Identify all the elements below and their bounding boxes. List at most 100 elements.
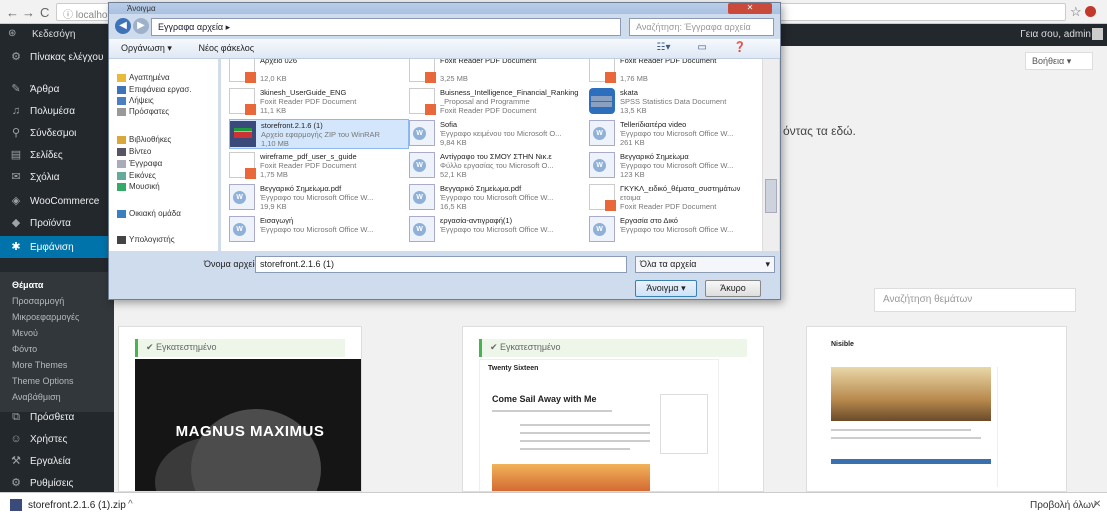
file-item[interactable]: W Sofia Έγγραφο κειμένου του Microsoft O..…: [409, 119, 589, 149]
sidebar-item-appearance[interactable]: ✱ Εμφάνιση: [0, 236, 114, 258]
tree-item[interactable]: Υπολογιστής: [117, 235, 175, 244]
file-item[interactable]: W Βεγγαρικό Σημείωμα Έγγραφο του Microsoft…: [589, 151, 762, 181]
sidebar-item-link[interactable]: ⚲ Σύνδεσμοι: [0, 122, 114, 144]
tree-item[interactable]: Εικόνες: [117, 171, 156, 180]
submenu-item[interactable]: Θέματα: [0, 280, 114, 290]
sidebar-item-label: Πολυμέσα: [30, 106, 75, 117]
filename-input[interactable]: storefront.2.1.6 (1): [255, 256, 627, 273]
open-button[interactable]: Άνοιγμα ▾: [635, 280, 697, 297]
submenu-item[interactable]: Μικροεφαρμογές: [0, 312, 114, 322]
dialog-close-button[interactable]: ✕: [728, 3, 772, 14]
submenu-item[interactable]: Αναβάθμιση: [0, 392, 114, 402]
forward-arrow-icon[interactable]: →: [22, 5, 35, 20]
word-doc-icon: W: [229, 184, 255, 210]
comment-icon: ✉: [11, 171, 21, 183]
submenu-item[interactable]: More Themes: [0, 360, 114, 370]
file-item[interactable]: Αρχείο 026 12,0 KB: [229, 59, 409, 85]
submenu-item[interactable]: Προσαρμογή: [0, 296, 114, 306]
extension-icon[interactable]: [1085, 6, 1096, 17]
theme-screenshot[interactable]: Nisible: [827, 335, 1047, 491]
theme-card-twentysixteen[interactable]: ✔ Εγκατεστημένο Twenty Sixteen Come Sail…: [462, 326, 764, 492]
theme-search-input[interactable]: Αναζήτηση θεμάτων: [874, 288, 1076, 312]
sidebar-item-tools[interactable]: ⚒ Εργαλεία: [0, 450, 114, 472]
theme-card-nisible[interactable]: Nisible: [806, 326, 1067, 492]
avatar[interactable]: [1092, 28, 1103, 40]
sidebar-item-settings[interactable]: ⚙ Ρυθμίσεις: [0, 472, 114, 494]
file-item[interactable]: W Εισαγωγή Έγγραφο του Microsoft Office W.…: [229, 215, 409, 245]
spss-file-icon: [589, 88, 615, 114]
scrollbar-thumb[interactable]: [765, 179, 777, 213]
tree-item[interactable]: Οικιακή ομάδα: [117, 209, 181, 218]
file-item[interactable]: Foxit Reader PDF Document 1,76 MB: [589, 59, 762, 85]
file-item[interactable]: storefront.2.1.6 (1) Αρχείο εφαρμογής ZIP…: [229, 119, 409, 149]
sidebar-item-comment[interactable]: ✉ Σχόλια: [0, 166, 114, 188]
tree-item[interactable]: Βίντεο: [117, 147, 151, 156]
sidebar-item-users[interactable]: ☺ Χρήστες: [0, 428, 114, 450]
sidebar-item-dashboard[interactable]: ⚙ Πίνακας ελέγχου: [0, 46, 114, 68]
file-type: Έγγραφο του Microsoft Office W...: [260, 193, 374, 202]
submenu-item[interactable]: Theme Options: [0, 376, 114, 386]
tree-item[interactable]: Λήψεις: [117, 96, 154, 105]
show-all-downloads[interactable]: Προβολή όλων: [1030, 500, 1096, 511]
tree-item[interactable]: Πρόσφατες: [117, 107, 169, 116]
file-type: Foxit Reader PDF Document: [260, 97, 357, 106]
chevron-up-icon[interactable]: ^: [128, 499, 133, 510]
cancel-button[interactable]: Άκυρο: [705, 280, 761, 297]
file-item[interactable]: W Αντίγραφο του ΣΜΟΥ ΣΤΗΝ Νικ.ε Φύλλο εργα…: [409, 151, 589, 181]
help-button[interactable]: Βοήθεια ▾: [1025, 52, 1093, 70]
download-icon: [117, 96, 126, 105]
dialog-search-input[interactable]: Αναζήτηση: Έγγραφα αρχεία: [629, 18, 774, 36]
sidebar-item-page[interactable]: ▤ Σελίδες: [0, 144, 114, 166]
theme-screenshot[interactable]: MAGNUS MAXIMUS: [135, 359, 361, 491]
file-size: Foxit Reader PDF Document: [440, 106, 537, 115]
tree-item-label: Βίντεο: [129, 147, 152, 156]
file-item[interactable]: 3kinesh_UserGuide_ENG Foxit Reader PDF Do…: [229, 87, 409, 117]
reload-icon[interactable]: C: [40, 5, 49, 20]
theme-card-magnus[interactable]: ✔ Εγκατεστημένο MAGNUS MAXIMUS: [118, 326, 362, 492]
filetype-select[interactable]: Όλα τα αρχεία ▾: [635, 256, 775, 273]
download-filename[interactable]: storefront.2.1.6 (1).zip: [28, 500, 126, 511]
tree-item[interactable]: Μουσική: [117, 182, 160, 191]
submenu-item[interactable]: Φόντο: [0, 344, 114, 354]
file-item[interactable]: wireframe_pdf_user_s_guide Foxit Reader P…: [229, 151, 409, 181]
submenu-item[interactable]: Μενού: [0, 328, 114, 338]
theme-screenshot[interactable]: Twenty Sixteen Come Sail Away with Me: [479, 359, 719, 491]
bookmark-star-icon[interactable]: ☆: [1070, 4, 1082, 20]
file-item[interactable]: Wεργασία-αντιγραφή(1) Έγγραφο του Microso…: [409, 215, 589, 245]
dialog-address-bar[interactable]: Εγγραφα αρχεία ▸: [151, 18, 621, 36]
file-item[interactable]: W Βεγγαρικό Σημείωμα.pdf Έγγραφο του Micro…: [409, 183, 589, 213]
dialog-title: Άνοιγμα: [109, 3, 780, 14]
appearance-icon: ✱: [11, 241, 21, 253]
vertical-scrollbar[interactable]: [762, 59, 779, 251]
file-item[interactable]: W Εργασία στο Δικό Έγγραφο του Microsoft O…: [589, 215, 762, 245]
tree-item[interactable]: Επιφάνεια εργασ.: [117, 85, 192, 94]
sidebar-item-pin[interactable]: ✎ Άρθρα: [0, 78, 114, 100]
pictures-icon: [117, 171, 126, 180]
file-item[interactable]: Buisness_Intelligence_Financial_Ranking _…: [409, 87, 589, 117]
close-icon[interactable]: ✕: [1093, 499, 1101, 510]
howdy-user[interactable]: Γεια σου, admin: [1020, 29, 1091, 40]
tree-item[interactable]: Έγγραφα: [117, 159, 162, 168]
sunset-image: [492, 464, 650, 491]
file-item[interactable]: ΓΚΥΚΛ_ειδικό_θέματα_συστημάτων ετοιμα Foxi…: [589, 183, 762, 213]
file-item[interactable]: Foxit Reader PDF Document 3,25 MB: [409, 59, 589, 85]
tree-item[interactable]: Βιβλιοθήκες: [117, 135, 171, 144]
sidebar-item-woo[interactable]: ◈ WooCommerce: [0, 190, 114, 212]
help-icon[interactable]: ❓: [734, 42, 746, 53]
site-name[interactable]: Κεδεσόγη: [32, 29, 75, 40]
file-item[interactable]: skata SPSS Statistics Data Document 13,5 K…: [589, 87, 762, 117]
back-arrow-icon[interactable]: ←: [6, 5, 19, 20]
sidebar-item-media[interactable]: ♫ Πολυμέσα: [0, 100, 114, 122]
new-folder-button[interactable]: Νέος φάκελος: [198, 43, 254, 53]
tree-item[interactable]: Αγαπημένα: [117, 73, 170, 82]
back-arrow-icon[interactable]: ◀: [115, 18, 131, 34]
file-item[interactable]: W Tellerίδιαιτέρα video Έγγραφο του Micros…: [589, 119, 762, 149]
forward-arrow-icon[interactable]: ▶: [133, 18, 149, 34]
file-item[interactable]: W Βεγγαρικό Σημείωμα.pdf Έγγραφο του Micro…: [229, 183, 409, 213]
view-options-icon[interactable]: ☷▾: [657, 42, 671, 53]
sidebar-item-product[interactable]: ◆ Προϊόντα: [0, 212, 114, 234]
sidebar-item-label: Προϊόντα: [30, 218, 71, 229]
wordpress-logo-icon[interactable]: ⊛: [8, 28, 16, 39]
preview-pane-icon[interactable]: ▭: [697, 42, 706, 53]
organize-button[interactable]: Οργάνωση ▾: [121, 43, 172, 53]
